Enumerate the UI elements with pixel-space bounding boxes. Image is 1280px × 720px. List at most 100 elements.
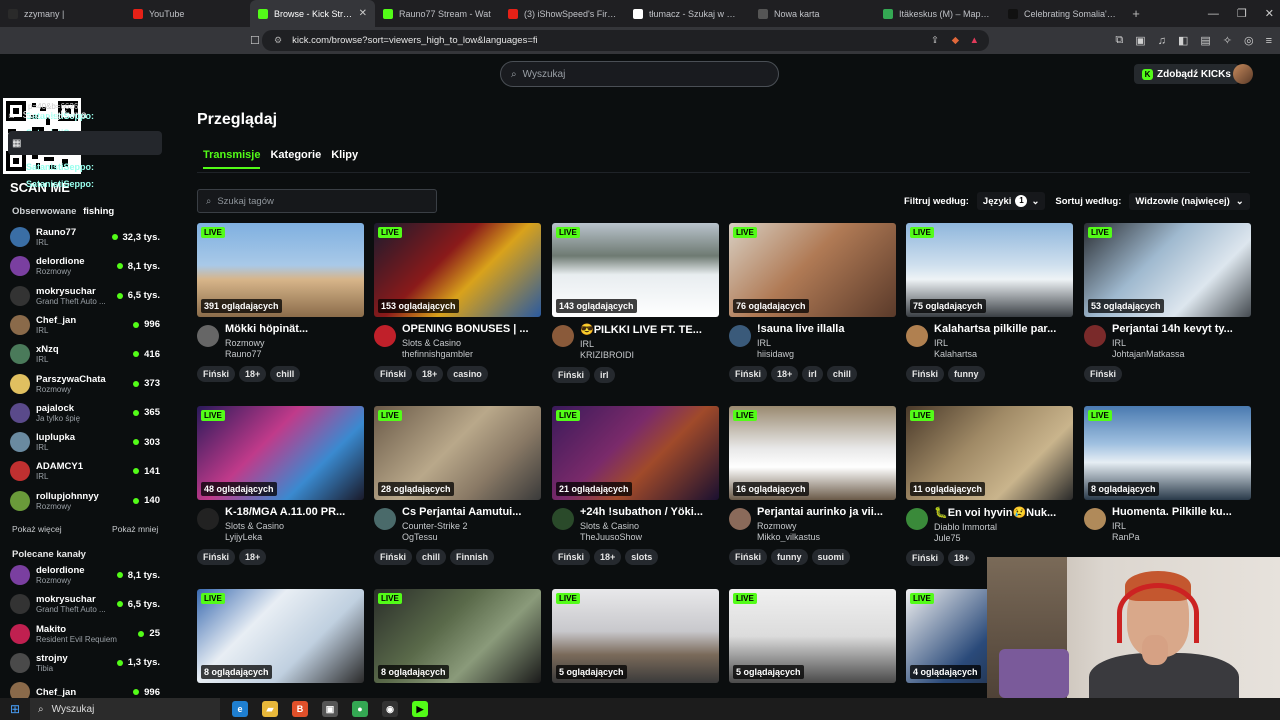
stream-category[interactable]: IRL — [757, 338, 896, 348]
sidebar-channel-item[interactable]: strojny Tibia 1,3 tys. — [10, 650, 160, 676]
edge-icon[interactable]: e — [232, 701, 248, 717]
stream-card[interactable]: LIVE 5 oglądających — [552, 589, 719, 683]
stream-title[interactable]: Huomenta. Pilkille ku... — [1112, 506, 1251, 518]
stream-tag[interactable]: 18+ — [594, 549, 622, 565]
stream-category[interactable]: IRL — [1112, 521, 1251, 531]
stream-title[interactable]: Perjantai 14h kevyt ty... — [1112, 323, 1251, 335]
stream-card[interactable]: LIVE 143 oglądających 😎PILKKI LIVE FT. TE.… — [552, 223, 719, 383]
stream-tag[interactable]: funny — [948, 366, 985, 382]
screenshot-icon[interactable]: ▣ — [1135, 34, 1145, 47]
stream-card[interactable]: LIVE 48 oglądających K-18/MGA A.11.00 PR..… — [197, 406, 364, 565]
stream-title[interactable]: Cs Perjantai Aamutui... — [402, 506, 541, 518]
stream-channel-name[interactable]: LyijyLeka — [225, 532, 364, 542]
stream-channel-name[interactable]: TheJuusoShow — [580, 532, 719, 542]
stream-card[interactable]: LIVE 75 oglądających Kalahartsa pilkille p… — [906, 223, 1073, 382]
stream-card[interactable]: LIVE 28 oglądających Cs Perjantai Aamutui.… — [374, 406, 541, 565]
stream-title[interactable]: K-18/MGA A.11.00 PR... — [225, 506, 364, 518]
stream-category[interactable]: Slots & Casino — [580, 521, 719, 531]
stream-card[interactable]: LIVE 53 oglądających Perjantai 14h kevyt t… — [1084, 223, 1251, 382]
stream-channel-name[interactable]: Rauno77 — [225, 349, 364, 359]
stream-thumbnail[interactable]: LIVE 8 oglądających — [1084, 406, 1251, 500]
stream-thumbnail[interactable]: LIVE 21 oglądających — [552, 406, 719, 500]
browser-tab[interactable]: Itäkeskus (M) – Mapy Goo — [875, 0, 1000, 27]
stream-thumbnail[interactable]: LIVE 28 oglądających — [374, 406, 541, 500]
stream-thumbnail[interactable]: LIVE 75 oglądających — [906, 223, 1073, 317]
stream-thumbnail[interactable]: LIVE 16 oglądających — [729, 406, 896, 500]
stream-card[interactable]: LIVE 8 oglądających — [197, 589, 364, 683]
tab-categories[interactable]: Kategorie — [270, 149, 321, 169]
stream-tag[interactable]: Fiński — [197, 366, 236, 382]
stream-channel-name[interactable]: OgTessu — [402, 532, 541, 542]
sidebar-channel-item[interactable]: mokrysuchar Grand Theft Auto ... 6,5 tys. — [10, 591, 160, 617]
stream-card[interactable]: LIVE 8 oglądających — [374, 589, 541, 683]
stream-thumbnail[interactable]: LIVE 8 oglądających — [374, 589, 541, 683]
tag-search-input[interactable]: ⌕ Szukaj tagów — [197, 189, 437, 213]
stream-card[interactable]: LIVE 5 oglądających — [729, 589, 896, 683]
sidebar-channel-item[interactable]: rollupjohnnyy Rozmowy 140 — [10, 488, 160, 514]
stream-category[interactable]: Counter-Strike 2 — [402, 521, 541, 531]
stream-thumbnail[interactable]: LIVE 5 oglądających — [729, 589, 896, 683]
stream-title[interactable]: OPENING BONUSES | ... — [402, 323, 541, 335]
stream-channel-name[interactable]: Jule75 — [934, 533, 1073, 543]
stream-thumbnail[interactable]: LIVE 5 oglądających — [552, 589, 719, 683]
sidebar-icon[interactable]: ◧ — [1178, 34, 1188, 47]
stream-thumbnail[interactable]: LIVE 53 oglądających — [1084, 223, 1251, 317]
avatar[interactable] — [906, 325, 928, 347]
stream-title[interactable]: !sauna live illalla — [757, 323, 896, 335]
avatar[interactable] — [197, 325, 219, 347]
stream-title[interactable]: 😎PILKKI LIVE FT. TE... — [580, 323, 719, 336]
taskbar-search[interactable]: ⌕ Wyszukaj — [30, 698, 220, 720]
stream-tag[interactable]: slots — [625, 549, 659, 565]
stream-thumbnail[interactable]: LIVE 11 oglądających — [906, 406, 1073, 500]
stream-channel-name[interactable]: thefinnishgambler — [402, 349, 541, 359]
stream-title[interactable]: +24h !subathon / Yöki... — [580, 506, 719, 518]
stream-category[interactable]: Slots & Casino — [402, 338, 541, 348]
sidebar-item-home[interactable]: ⌂ Strona główna — [8, 106, 162, 124]
stream-channel-name[interactable]: hiisidawg — [757, 349, 896, 359]
browser-tab[interactable]: Celebrating Somalia's Indi — [1000, 0, 1125, 27]
stream-tag[interactable]: casino — [447, 366, 488, 382]
stream-tag[interactable]: funny — [771, 549, 808, 565]
sidebar-channel-item[interactable]: delordione Rozmowy 8,1 tys. — [10, 253, 160, 279]
address-bar[interactable]: ⚙ kick.com/browse?sort=viewers_high_to_l… — [262, 30, 989, 51]
browser-tab[interactable]: (3) iShowSpeed's First Tim — [500, 0, 625, 27]
languages-dropdown[interactable]: Języki 1 ⌄ — [976, 192, 1046, 210]
stream-card[interactable]: LIVE 391 oglądających Mökki höpinät... Rozm… — [197, 223, 364, 382]
sidebar-channel-item[interactable]: Rauno77 IRL 32,3 tys. — [10, 224, 160, 250]
stream-tag[interactable]: Fiński — [197, 549, 236, 565]
stream-tag[interactable]: chill — [416, 549, 447, 565]
brave-shield-icon[interactable]: ◆ — [952, 35, 959, 46]
windows-start-icon[interactable]: ⊞ — [0, 702, 30, 716]
brave-rewards-icon[interactable]: ▲ — [970, 35, 979, 46]
app-icon[interactable]: ▣ — [322, 701, 338, 717]
minimize-icon[interactable]: — — [1208, 8, 1219, 20]
stream-tag[interactable]: irl — [594, 367, 615, 383]
stream-tag[interactable]: 18+ — [239, 549, 267, 565]
stream-card[interactable]: LIVE 11 oglądających 🐛En voi hyvin😢Nuk... D… — [906, 406, 1073, 566]
close-tab-icon[interactable]: ✕ — [359, 8, 367, 19]
sidebar-channel-item[interactable]: xNzq IRL 416 — [10, 341, 160, 367]
show-more-link[interactable]: Pokaż więcej — [12, 524, 62, 534]
stream-tag[interactable]: 18+ — [948, 550, 976, 566]
stream-thumbnail[interactable]: LIVE 391 oglądających — [197, 223, 364, 317]
avatar[interactable] — [374, 325, 396, 347]
stream-tag[interactable]: irl — [802, 366, 823, 382]
stream-channel-name[interactable]: Kalahartsa — [934, 349, 1073, 359]
stream-category[interactable]: Rozmowy — [757, 521, 896, 531]
stream-card[interactable]: LIVE 21 oglądających +24h !subathon / Yöki… — [552, 406, 719, 565]
stream-thumbnail[interactable]: LIVE 153 oglądających — [374, 223, 541, 317]
browser-tab[interactable]: Browse - Kick Stream ✕ — [250, 0, 375, 27]
chrome-icon[interactable]: ● — [352, 701, 368, 717]
media-icon[interactable]: ♫ — [1158, 35, 1166, 47]
sort-dropdown[interactable]: Widzowie (najwięcej) ⌄ — [1129, 192, 1250, 210]
sidebar-channel-item[interactable]: luplupka IRL 303 — [10, 429, 160, 455]
stream-card[interactable]: LIVE 76 oglądających !sauna live illalla IR… — [729, 223, 896, 382]
user-avatar[interactable] — [1233, 64, 1253, 84]
stream-tag[interactable]: Fiński — [374, 366, 413, 382]
site-info-icon[interactable]: ⚙ — [274, 35, 282, 46]
stream-title[interactable]: Perjantai aurinko ja vii... — [757, 506, 896, 518]
stream-channel-name[interactable]: KRIZIBROIDI — [580, 350, 719, 360]
restore-icon[interactable]: ❐ — [1237, 7, 1247, 20]
brave-icon[interactable]: B — [292, 701, 308, 717]
stream-title[interactable]: Mökki höpinät... — [225, 323, 364, 335]
